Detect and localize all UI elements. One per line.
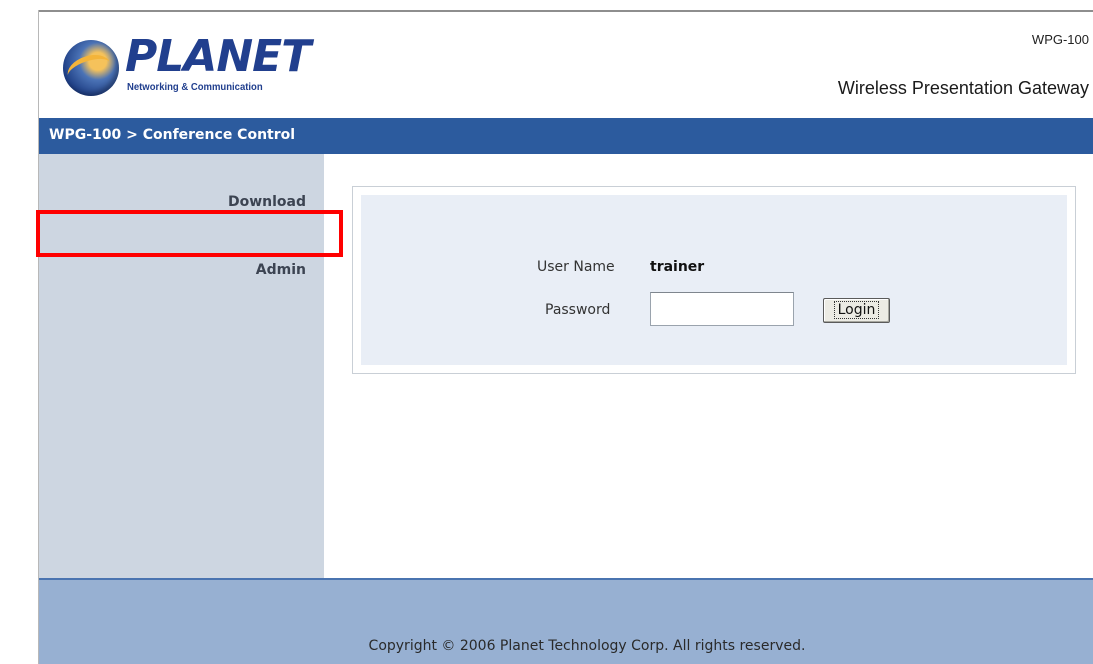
- product-name: Wireless Presentation Gateway: [837, 78, 1089, 98]
- main-content: User Name trainer Password Login: [324, 154, 1093, 578]
- login-box: User Name trainer Password Login: [352, 186, 1076, 374]
- logo-text: PLANET: [125, 31, 311, 82]
- sidebar-item-download[interactable]: Download: [228, 194, 306, 210]
- highlight-box: [36, 210, 343, 257]
- copyright-text: Copyright © 2006 Planet Technology Corp.…: [368, 638, 806, 654]
- username-label: User Name: [537, 259, 615, 275]
- login-button-label: Login: [833, 301, 880, 319]
- sidebar-item-admin[interactable]: Admin: [256, 262, 306, 278]
- login-panel: User Name trainer Password Login: [361, 195, 1067, 365]
- page-footer: Copyright © 2006 Planet Technology Corp.…: [39, 580, 1093, 664]
- product-model: WPG-100: [1031, 32, 1089, 47]
- logo-tagline: Networking & Communication: [127, 82, 263, 93]
- password-label: Password: [545, 302, 611, 318]
- page-header: PLANET Networking & Communication WPG-10…: [39, 12, 1093, 118]
- username-value: trainer: [650, 259, 705, 275]
- breadcrumb: WPG-100 > Conference Control: [49, 127, 296, 143]
- planet-logo: PLANET Networking & Communication: [63, 31, 313, 96]
- login-button[interactable]: Login: [823, 298, 890, 323]
- globe-icon: [63, 40, 119, 96]
- title-bar: WPG-100 > Conference Control: [39, 118, 1093, 154]
- password-input[interactable]: [650, 292, 794, 326]
